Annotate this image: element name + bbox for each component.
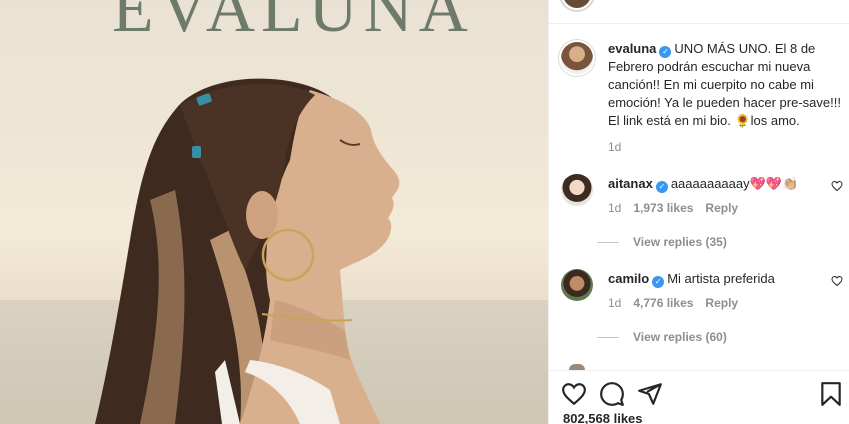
- header-avatar[interactable]: [561, 0, 593, 10]
- comment-text-block: camilo ✓ Mi artista preferida 1d 4,776 like…: [608, 269, 843, 312]
- comment-text: Mi artista preferida: [667, 271, 775, 286]
- caption-time[interactable]: 1d: [608, 140, 621, 154]
- heart-icon[interactable]: [561, 381, 587, 407]
- bookmark-icon[interactable]: [818, 381, 844, 407]
- caption-avatar[interactable]: [561, 42, 593, 74]
- comment-meta: 1d 4,776 likes Reply: [608, 294, 843, 312]
- comment-aitanax: aitanax ✓ aaaaaaaaaay💖💖👏🏼 1d 1,973 likes Rep…: [561, 174, 843, 217]
- view-replies-button[interactable]: View replies (35): [597, 235, 727, 249]
- comment-text: aaaaaaaaaay💖💖👏🏼: [670, 176, 799, 191]
- verified-badge-icon: ✓: [659, 46, 672, 58]
- comment-time[interactable]: 1d: [608, 296, 621, 310]
- view-replies-label: View replies (35): [633, 235, 727, 249]
- view-replies-label: View replies (60): [633, 330, 727, 344]
- comment-username[interactable]: camilo: [608, 271, 649, 286]
- replies-divider: [597, 337, 619, 339]
- comment-likes[interactable]: 1,973 likes: [633, 201, 693, 215]
- verified-badge-icon: ✓: [652, 276, 665, 288]
- post-side-panel: evaluna ✓ UNO MÁS UNO. El 8 de Febrero pod…: [548, 0, 849, 424]
- comment-icon[interactable]: [599, 381, 625, 407]
- comment-likes[interactable]: 4,776 likes: [633, 296, 693, 310]
- caption-username[interactable]: evaluna: [608, 41, 656, 56]
- caption: evaluna ✓ UNO MÁS UNO. El 8 de Febrero pod…: [561, 40, 843, 156]
- caption-meta: 1d: [608, 138, 843, 156]
- comment-username[interactable]: aitanax: [608, 176, 653, 191]
- verified-badge-icon: ✓: [655, 181, 668, 193]
- comment-meta: 1d 1,973 likes Reply: [608, 199, 843, 217]
- comment-like-heart-icon[interactable]: [831, 180, 843, 192]
- view-replies-button[interactable]: View replies (60): [597, 330, 727, 344]
- comment-text-block: aitanax ✓ aaaaaaaaaay💖💖👏🏼 1d 1,973 likes Rep…: [608, 174, 843, 217]
- reply-button[interactable]: Reply: [705, 296, 738, 310]
- post-likes-count[interactable]: 802,568 likes: [563, 411, 643, 424]
- post-header: [549, 0, 849, 24]
- comment-like-heart-icon[interactable]: [831, 275, 843, 287]
- reply-button[interactable]: Reply: [705, 201, 738, 215]
- replies-divider: [597, 242, 619, 244]
- post-actions-bar: 802,568 likes: [549, 370, 849, 424]
- comment-time[interactable]: 1d: [608, 201, 621, 215]
- post-image[interactable]: EVALUNA: [0, 0, 548, 424]
- comment-camilo: camilo ✓ Mi artista preferida 1d 4,776 like…: [561, 269, 843, 312]
- woman-illustration: [95, 78, 400, 424]
- share-icon[interactable]: [637, 381, 663, 407]
- comment-avatar[interactable]: [561, 174, 593, 206]
- comment-avatar[interactable]: [561, 269, 593, 301]
- caption-text-block: evaluna ✓ UNO MÁS UNO. El 8 de Febrero pod…: [608, 40, 843, 156]
